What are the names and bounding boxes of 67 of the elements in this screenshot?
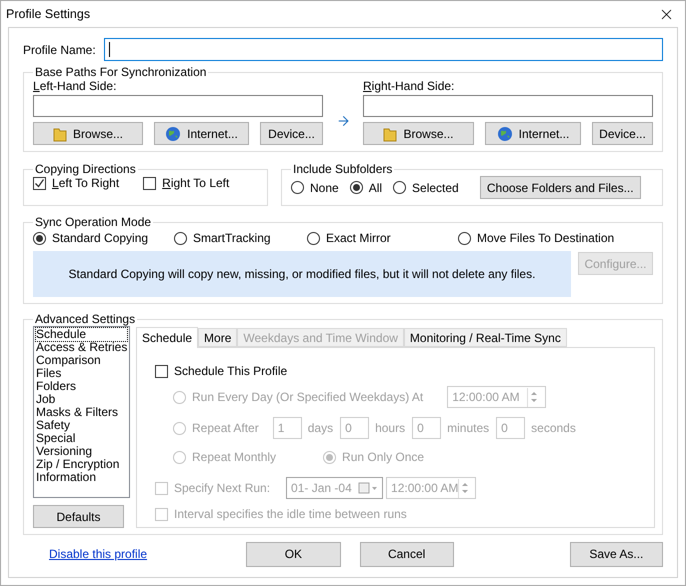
path-field[interactable] [33,95,323,117]
category-item[interactable]: Information [36,471,127,484]
checkbox[interactable] [143,176,156,190]
internet-button[interactable]: Internet... [485,122,581,145]
device-button[interactable]: Device... [260,122,323,145]
category-list[interactable]: Schedule Access & Retries Comparison Files Folders Job Masks & Filters Safety Special Versioning Zip / Encryption Information [33,326,130,498]
group-title: Sync Operation Mode [34,215,152,229]
disable-profile-link[interactable]: Disable this profile [49,547,246,561]
folder-icon [383,126,398,142]
globe-icon [165,126,182,142]
tab[interactable]: Schedule [136,327,198,348]
category-item[interactable]: Job [36,393,127,406]
mode-radio[interactable]: Move Files To Destination [458,231,638,245]
defaults-button[interactable]: Defaults [33,505,124,528]
radio-button[interactable] [174,232,187,244]
subfolder-radio[interactable]: Selected [393,180,459,194]
tab[interactable]: More [198,328,238,347]
category-item[interactable]: Masks & Filters [36,406,127,419]
subfolder-radio[interactable]: All [350,180,382,194]
category-item[interactable]: Files [36,367,127,380]
side-label: Right-Hand Side: [363,79,456,93]
group-title: Base Paths For Synchronization [34,65,208,79]
unit-label: days [308,421,334,435]
category-item[interactable]: Versioning [36,445,127,458]
radio-button[interactable] [33,232,46,244]
tab[interactable]: Monitoring / Real-Time Sync [404,328,567,347]
profile-name-field[interactable] [104,38,663,61]
group-title: Include Subfolders [292,162,394,176]
direction-checkbox[interactable]: Left To Right [33,176,120,190]
cancel-button[interactable]: Cancel [360,542,454,566]
folder-icon [52,126,67,142]
side-label: Left-Hand Side: [33,79,118,93]
path-field[interactable] [363,95,653,117]
category-item[interactable]: Safety [36,419,127,432]
mode-description: Standard Copying will copy new, missing, or modified files, but it will not delete any files. [33,251,571,297]
category-item[interactable]: Folders [36,380,127,393]
choose-folders-button[interactable]: Choose Folders and Files... [480,176,641,199]
unit-label: seconds [531,421,576,435]
category-item[interactable]: Comparison [36,354,127,367]
mode-radio[interactable]: Exact Mirror [307,231,458,245]
subfolder-radio[interactable]: None [291,180,339,194]
category-item[interactable]: Special [36,432,127,445]
checkbox[interactable] [33,176,46,190]
radio-button[interactable] [291,181,304,194]
mode-radio[interactable]: SmartTracking [174,231,307,245]
device-button[interactable]: Device... [592,122,653,145]
group-title: Copying Directions [34,162,137,176]
profile-name-label: Profile Name: [23,42,96,56]
ok-button[interactable]: OK [246,542,340,566]
internet-button[interactable]: Internet... [154,122,249,145]
radio-button[interactable] [458,232,471,244]
radio-button[interactable] [393,181,406,194]
radio-button[interactable] [307,232,320,244]
mode-radio[interactable]: Standard Copying [33,231,174,245]
category-item[interactable]: Access & Retries [36,341,127,354]
radio-button[interactable] [350,181,363,194]
save-as-button[interactable]: Save As... [570,542,664,566]
group-title: Advanced Settings [34,312,136,326]
window-title: Profile Settings [6,7,90,21]
browse-button[interactable]: Browse... [363,122,474,145]
category-item[interactable]: Zip / Encryption [36,458,127,471]
category-item[interactable]: Schedule [36,328,127,341]
globe-icon [496,126,513,142]
direction-checkbox[interactable]: Right To Left [143,176,230,190]
unit-label: hours [375,421,406,435]
browse-button[interactable]: Browse... [33,122,143,145]
unit-label: minutes [447,421,490,435]
